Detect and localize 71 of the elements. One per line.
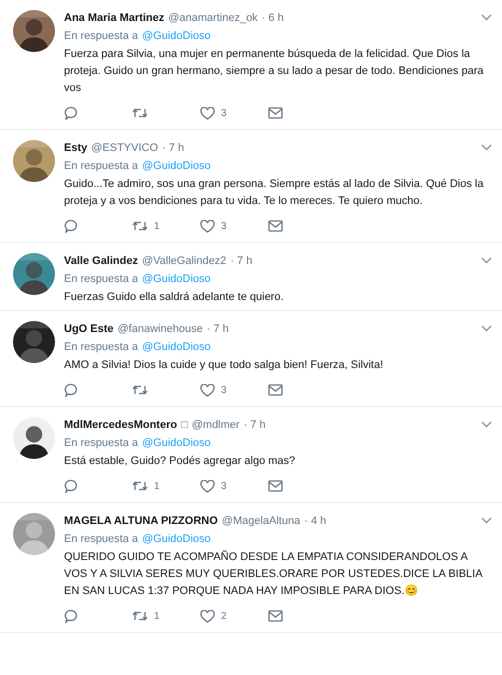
like-count: 3 [221, 480, 227, 492]
mention-link[interactable]: @GuidoDioso [142, 157, 211, 175]
tweet-time[interactable]: · 7 h [230, 252, 252, 270]
retweet-icon[interactable] [132, 480, 148, 492]
heart-icon[interactable] [200, 480, 215, 492]
tweet-text: Fuerza para Silvia, una mujer en permanente búsqueda de la felicidad. Que Dios la proteja. Guido un gran hermano, siempre a su lado a pesar de todo. Bendiciones para vos [64, 47, 484, 96]
mention-link[interactable]: @GuidoDioso [142, 27, 211, 45]
retweet-icon[interactable] [132, 384, 148, 396]
heart-icon[interactable] [200, 220, 215, 232]
tweet-time[interactable]: · 7 h [206, 320, 229, 338]
chevron-down-icon[interactable] [481, 517, 492, 524]
heart-icon[interactable] [200, 610, 215, 622]
user-handle[interactable]: @MagelaAltuna [222, 512, 300, 530]
chevron-down-icon[interactable] [481, 325, 492, 332]
user-handle[interactable]: @ValleGalindez2 [142, 252, 226, 270]
reply-label: En respuesta a [64, 436, 138, 451]
reply-label: En respuesta a [64, 340, 138, 355]
user-name[interactable]: Valle Galindez [64, 252, 138, 270]
retweet-count: 1 [154, 610, 160, 622]
user-name[interactable]: Esty [64, 139, 88, 157]
name-symbol: □ [181, 418, 188, 433]
tweet-text: Está estable, Guido? Podés agregar algo mas? [64, 454, 296, 469]
chevron-down-icon[interactable] [481, 14, 492, 21]
mention-link[interactable]: @GuidoDioso [142, 270, 211, 288]
user-handle[interactable]: @mdlmer [192, 416, 240, 434]
reply-icon[interactable] [64, 106, 78, 120]
retweet-icon[interactable] [132, 220, 148, 232]
like-count: 3 [221, 220, 227, 232]
retweet-count: 1 [154, 480, 160, 492]
envelope-icon[interactable] [268, 384, 283, 396]
reply-icon[interactable] [64, 219, 78, 233]
tweet-text: Guido...Te admiro, sos una gran persona. Siempre estás al lado de Silvia. Qué Dios la proteja y a vos bendiciones para tu vida. Te lo mereces. Te quiero mucho. [64, 177, 484, 209]
reply-label: En respuesta a [64, 532, 138, 547]
like-count: 3 [221, 108, 227, 118]
heart-icon[interactable] [200, 384, 215, 396]
user-name[interactable]: MAGELA ALTUNA PIZZORNO [64, 512, 218, 530]
heart-icon[interactable] [200, 106, 215, 120]
user-handle[interactable]: @anamartinez_ok [168, 9, 258, 27]
mention-link[interactable]: @GuidoDioso [142, 338, 211, 356]
tweet-time[interactable]: · 7 h [162, 139, 184, 157]
mention-link[interactable]: @GuidoDioso [142, 530, 211, 548]
user-handle[interactable]: @ESTYVICO [91, 139, 158, 157]
mention-link[interactable]: @GuidoDioso [142, 434, 211, 452]
reply-icon[interactable] [64, 479, 78, 493]
envelope-icon[interactable] [268, 480, 283, 492]
retweet-icon[interactable] [132, 107, 148, 119]
envelope-icon[interactable] [268, 610, 283, 622]
user-handle[interactable]: @fanawinehouse [118, 320, 203, 338]
retweet-count: 1 [154, 220, 160, 232]
user-name[interactable]: MdlMercedesMontero [64, 416, 178, 434]
chevron-down-icon[interactable] [481, 421, 492, 428]
envelope-icon[interactable] [268, 107, 283, 119]
tweet-time[interactable]: · 4 h [304, 512, 326, 530]
user-name[interactable]: Ana Maria Martinez [64, 9, 164, 27]
reply-label: En respuesta a [64, 159, 138, 174]
retweet-icon[interactable] [132, 610, 148, 622]
tweet-time[interactable]: · 6 h [262, 9, 284, 27]
chevron-down-icon[interactable] [481, 144, 492, 151]
like-count: 3 [221, 384, 227, 396]
like-count: 2 [221, 610, 227, 622]
reply-label: En respuesta a [64, 272, 138, 287]
envelope-icon[interactable] [268, 220, 283, 232]
tweet-text: QUERIDO GUIDO TE ACOMPAÑO DESDE LA EMPATIA CONSIDERANDOLOS A VOS Y A SILVIA SERES MUY QUERIBLES.ORARE POR USTEDES.DICE LA BIBLIA EN SAN LUCAS 1:37 PORQUE NADA HAY IMPOSIBLE PARA DIOS.😊 [64, 549, 484, 599]
reply-label: En respuesta a [64, 29, 138, 44]
reply-icon[interactable] [64, 609, 78, 623]
reply-icon[interactable] [64, 383, 78, 397]
chevron-down-icon[interactable] [481, 257, 492, 264]
tweet-time[interactable]: · 7 h [244, 416, 266, 434]
user-name[interactable]: UgO Este [64, 320, 114, 338]
tweet-text: Fuerzas Guido ella saldrá adelante te quiero. [64, 290, 285, 305]
tweet-text: AMO a Silvia! Dios la cuide y que todo salga bien! Fuerza, Silvita! [64, 358, 384, 373]
